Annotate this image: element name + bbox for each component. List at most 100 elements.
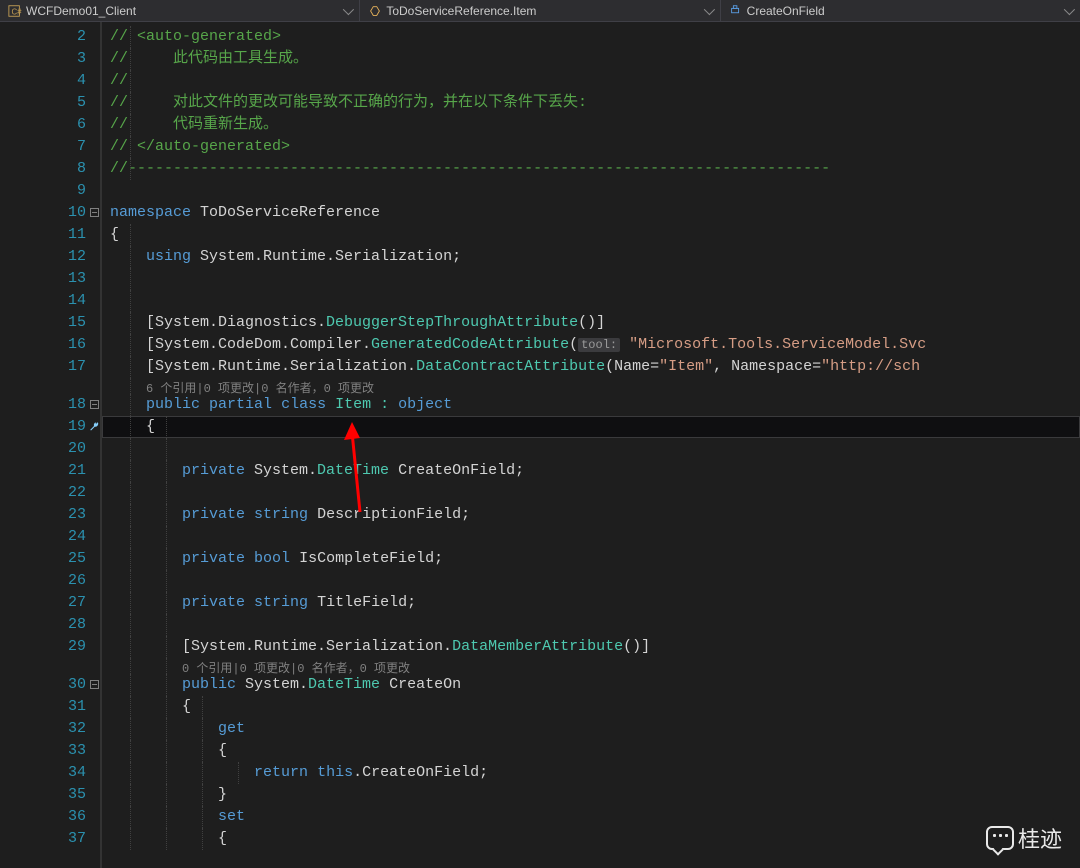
code-text: "Item": [659, 358, 713, 375]
line-number: 16: [0, 334, 100, 356]
code-text: public: [146, 396, 200, 413]
breadcrumb-bar: C# WCFDemo01_Client ToDoServiceReference…: [0, 0, 1080, 22]
line-number: 37: [0, 828, 100, 850]
code-text: DebuggerStepThroughAttribute: [326, 314, 578, 331]
code-text: object: [398, 396, 452, 413]
line-number: [0, 378, 100, 394]
code-text: System.Runtime.Serialization;: [191, 248, 461, 265]
line-number: 9: [0, 180, 100, 202]
line-number: 29: [0, 636, 100, 658]
line-number: 33: [0, 740, 100, 762]
line-number: 22: [0, 482, 100, 504]
breadcrumb-project-label: WCFDemo01_Client: [26, 4, 136, 18]
code-text: namespace: [110, 204, 191, 221]
line-number: 5: [0, 92, 100, 114]
line-number: 35: [0, 784, 100, 806]
line-number: 13: [0, 268, 100, 290]
code-text: ToDoServiceReference: [191, 204, 380, 221]
breadcrumb-member-label: CreateOnField: [747, 4, 825, 18]
fold-toggle-icon[interactable]: [90, 400, 99, 409]
breadcrumb-member[interactable]: CreateOnField: [721, 0, 1080, 21]
line-number: 26: [0, 570, 100, 592]
code-text: private: [182, 594, 245, 611]
code-text: get: [218, 720, 245, 737]
code-text: ()]: [623, 638, 650, 655]
breadcrumb-type-label: ToDoServiceReference.Item: [386, 4, 536, 18]
code-text: {: [110, 226, 119, 243]
line-number: 24: [0, 526, 100, 548]
line-number: 28: [0, 614, 100, 636]
breadcrumb-type[interactable]: ToDoServiceReference.Item: [360, 0, 720, 21]
code-text: // </auto-generated>: [110, 138, 290, 155]
svg-text:C#: C#: [12, 7, 23, 16]
code-text: DescriptionField;: [308, 506, 470, 523]
fold-toggle-icon[interactable]: [90, 680, 99, 689]
code-area[interactable]: // <auto-generated> // 此代码由工具生成。 // // 对…: [102, 22, 1080, 868]
code-text: string: [254, 506, 308, 523]
code-text: this: [317, 764, 353, 781]
line-number: 3: [0, 48, 100, 70]
code-text: , Namespace=: [713, 358, 821, 375]
fold-toggle-icon[interactable]: [90, 208, 99, 217]
line-number: 2: [0, 26, 100, 48]
code-text: [System.Runtime.Serialization.: [110, 638, 452, 655]
line-number: 10: [0, 202, 100, 224]
code-editor[interactable]: 2 3 4 5 6 7 8 9 10 11 12 13 14 15 16 17 …: [0, 22, 1080, 868]
line-number-gutter: 2 3 4 5 6 7 8 9 10 11 12 13 14 15 16 17 …: [0, 22, 100, 868]
code-text: DateTime: [308, 676, 380, 693]
line-number: 4: [0, 70, 100, 92]
line-number: 21: [0, 460, 100, 482]
line-number: 14: [0, 290, 100, 312]
code-text: //: [110, 72, 128, 89]
code-text: {: [110, 698, 191, 715]
line-number: 15: [0, 312, 100, 334]
code-text: (Name=: [605, 358, 659, 375]
code-text: DateTime: [317, 462, 389, 479]
code-text: "http://sch: [821, 358, 920, 375]
inline-hint: tool:: [578, 338, 620, 352]
code-text: {: [110, 418, 155, 435]
line-number: 11: [0, 224, 100, 246]
line-number: 20: [0, 438, 100, 460]
code-text: using: [146, 248, 191, 265]
code-text: return: [254, 764, 308, 781]
code-text: System.: [245, 462, 317, 479]
wechat-icon: [986, 826, 1014, 850]
line-number: 12: [0, 246, 100, 268]
code-text: ()]: [578, 314, 605, 331]
code-text: CreateOn: [380, 676, 461, 693]
code-text: System.: [236, 676, 308, 693]
line-number: 18: [0, 394, 100, 416]
code-text: // <auto-generated>: [110, 28, 281, 45]
code-text: {: [110, 830, 227, 847]
line-number: 30: [0, 674, 100, 696]
csharp-project-icon: C#: [8, 4, 22, 18]
code-text: Item :: [326, 396, 398, 413]
code-text: set: [218, 808, 245, 825]
line-number: 19: [0, 416, 100, 438]
code-text: private: [182, 506, 245, 523]
code-text: DataContractAttribute: [416, 358, 605, 375]
code-text: //--------------------------------------…: [110, 160, 830, 177]
line-number: 32: [0, 718, 100, 740]
class-icon: [368, 4, 382, 18]
code-text: string: [254, 594, 308, 611]
code-text: }: [110, 786, 227, 803]
breadcrumb-project[interactable]: C# WCFDemo01_Client: [0, 0, 360, 21]
code-text: [System.CodeDom.Compiler.: [110, 336, 371, 353]
line-number: 25: [0, 548, 100, 570]
code-text: {: [110, 742, 227, 759]
code-text: TitleField;: [308, 594, 416, 611]
line-number: 31: [0, 696, 100, 718]
code-text: [System.Diagnostics.: [110, 314, 326, 331]
code-text: public: [182, 676, 236, 693]
line-number: 27: [0, 592, 100, 614]
quick-action-icon[interactable]: [88, 420, 100, 432]
code-text: private: [182, 462, 245, 479]
code-text: CreateOnField;: [389, 462, 524, 479]
code-text: // 此代码由工具生成。: [110, 50, 308, 67]
code-text: private: [182, 550, 245, 567]
code-text: IsCompleteField;: [290, 550, 443, 567]
line-number: 7: [0, 136, 100, 158]
code-text: // 代码重新生成。: [110, 116, 278, 133]
